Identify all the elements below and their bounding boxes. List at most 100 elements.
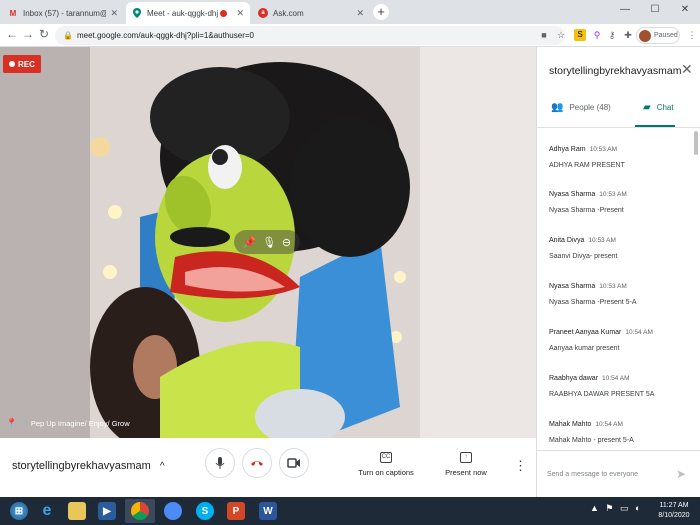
taskbar-clock[interactable]: 11:27 AM 8/10/2020 [654,501,694,521]
chat-message: Mahak Mahto 10:54 AM Mahak Mahto - presen… [549,413,689,444]
taskbar-chrome-alt[interactable] [158,499,188,523]
address-bar[interactable]: 🔒 meet.google.com/auk-qggk-dhj?pli=1&aut… [55,26,565,45]
windows-start-icon: ⊞ [10,502,28,520]
presenter-name: Pep Up Imagine/ Enjoy/ Grow [30,418,130,428]
media-player-icon: ▶ [98,502,116,520]
rec-label: REC [18,59,35,69]
start-button[interactable]: ⊞ [4,499,34,523]
taskbar-powerpoint[interactable]: P [221,499,251,523]
chevron-up-icon: ^ [159,461,165,472]
back-icon[interactable]: ← [6,27,18,41]
leave-call-button[interactable] [242,448,272,478]
close-tab-icon[interactable]: ✕ [236,8,244,19]
reload-icon[interactable]: ↻ [39,27,49,41]
message-time: 10:53 AM [588,237,616,244]
remove-icon[interactable]: ⊖ [282,236,291,249]
chat-message: Nyasa Sharma 10:53 AM Nyasa Sharma -Prese… [549,183,689,214]
audio-level-icon: ⦙⦙ [23,418,27,427]
present-now-button[interactable]: ↑ Present now [431,452,501,477]
message-time: 10:54 AM [595,421,623,428]
tab-people[interactable]: 👥 People (48) [551,102,611,113]
chat-input[interactable]: Send a message to everyone [547,471,638,478]
taskbar-media-player[interactable]: ▶ [92,499,122,523]
tab-chat[interactable]: ▰ Chat [643,102,674,113]
meet-icon [132,8,142,18]
tab-ask-title: Ask.com [273,8,304,18]
word-icon: W [259,502,277,520]
profile-status-label: Paused [654,32,678,39]
avatar [639,29,651,42]
tab-gmail[interactable]: M Inbox (57) - tarannum@theindia ✕ [2,2,124,24]
tab-meet[interactable]: Meet - auk-qggk-dhj ✕ [126,2,250,24]
tab-ask[interactable]: a Ask.com ✕ [252,2,370,24]
mic-icon[interactable]: 🎙 [262,236,276,249]
message-time: 10:53 AM [599,283,627,290]
recording-indicator-icon [220,9,228,17]
clock-time: 11:27 AM [659,502,689,509]
taskbar-ie[interactable]: e [32,499,62,523]
message-sender: Nyasa Sharma [549,283,596,290]
captions-label: Turn on captions [358,468,414,477]
bookmark-star-icon[interactable]: ☆ [555,29,567,41]
send-icon[interactable]: ➤ [676,467,686,481]
microphone-icon [215,457,225,469]
chrome-alt-icon [164,502,182,520]
presenter-name-strip: 📍 ⦙⦙ Pep Up Imagine/ Enjoy/ Grow [0,408,536,438]
chat-message-list[interactable]: Adhya Ram 10:53 AM ADHYA RAM PRESENT Nyas… [537,128,693,450]
mic-button[interactable] [205,448,235,478]
message-text: Mahak Mahto - present 5-A [549,437,634,444]
tab-gmail-title: Inbox (57) - tarannum@theindia [23,8,106,18]
chat-scrollbar[interactable] [694,131,698,155]
close-tab-icon[interactable]: ✕ [356,8,364,19]
extension-s-icon[interactable]: S [574,29,586,41]
new-tab-button[interactable]: + [373,4,389,20]
extension-lens-icon[interactable]: ⚲ [591,29,603,41]
chat-icon: ▰ [643,102,651,113]
meeting-name: storytellingbyrekhavyasmam [12,460,151,472]
url-text: meet.google.com/auk-qggk-dhj?pli=1&authu… [76,31,254,40]
tab-people-label: People (48) [569,103,611,112]
close-window-icon[interactable]: ✕ [670,0,700,22]
minimize-icon[interactable]: — [610,0,640,22]
chat-side-panel: storytellingbyrekhavyasmam ✕ 👥 People (4… [536,47,700,497]
extensions-puzzle-icon[interactable]: ✚ [622,29,634,41]
maximize-icon[interactable]: ☐ [640,0,670,22]
meeting-details-button[interactable]: storytellingbyrekhavyasmam ^ [12,460,165,472]
menu-kebab-icon[interactable]: ⋮ [686,29,698,41]
message-sender: Adhya Ram [549,146,586,153]
message-text: Aanyaa kumar present [549,345,620,352]
close-panel-icon[interactable]: ✕ [681,61,693,78]
message-time: 10:54 AM [625,329,653,336]
taskbar-explorer[interactable] [62,499,92,523]
chat-composer[interactable]: Send a message to everyone ➤ [537,450,700,497]
taskbar-word[interactable]: W [253,499,283,523]
more-options-icon[interactable]: ⋮ [514,458,527,474]
captions-button[interactable]: CC Turn on captions [351,452,421,477]
ask-icon: a [258,8,268,18]
closed-captions-icon: CC [380,452,392,463]
present-label: Present now [445,468,487,477]
people-icon: 👥 [551,102,564,113]
hang-up-icon [251,461,263,466]
camera-button[interactable] [279,448,309,478]
chat-message: Praneet Aanyaa Kumar 10:54 AM Aanyaa kuma… [549,321,689,352]
profile-paused-button[interactable]: Paused [636,27,680,44]
file-explorer-icon [68,502,86,520]
camera-icon[interactable]: ■ [538,29,550,41]
tab-meet-title: Meet - auk-qggk-dhj [147,8,219,18]
close-tab-icon[interactable]: ✕ [110,8,118,19]
chat-message: Anita Divya 10:53 AM Saanvi Divya- presen… [549,229,689,260]
forward-icon[interactable]: → [22,27,34,41]
browser-tab-strip: M Inbox (57) - tarannum@theindia ✕ Meet … [0,0,700,24]
message-text: Saanvi Divya- present [549,253,618,260]
chat-message: Adhya Ram 10:53 AM ADHYA RAM PRESENT [549,138,689,169]
record-dot-icon [9,61,16,67]
taskbar-skype[interactable]: S [190,499,220,523]
extension-key-icon[interactable]: ⚷ [606,29,618,41]
system-tray[interactable]: ▲ ⚑ ▭ ◐ [590,503,642,514]
message-sender: Nyasa Sharma [549,191,596,198]
pin-icon[interactable]: 📌 [243,236,257,249]
lock-icon: 🔒 [63,31,73,40]
taskbar-chrome[interactable] [125,499,155,523]
message-time: 10:54 AM [602,375,630,382]
